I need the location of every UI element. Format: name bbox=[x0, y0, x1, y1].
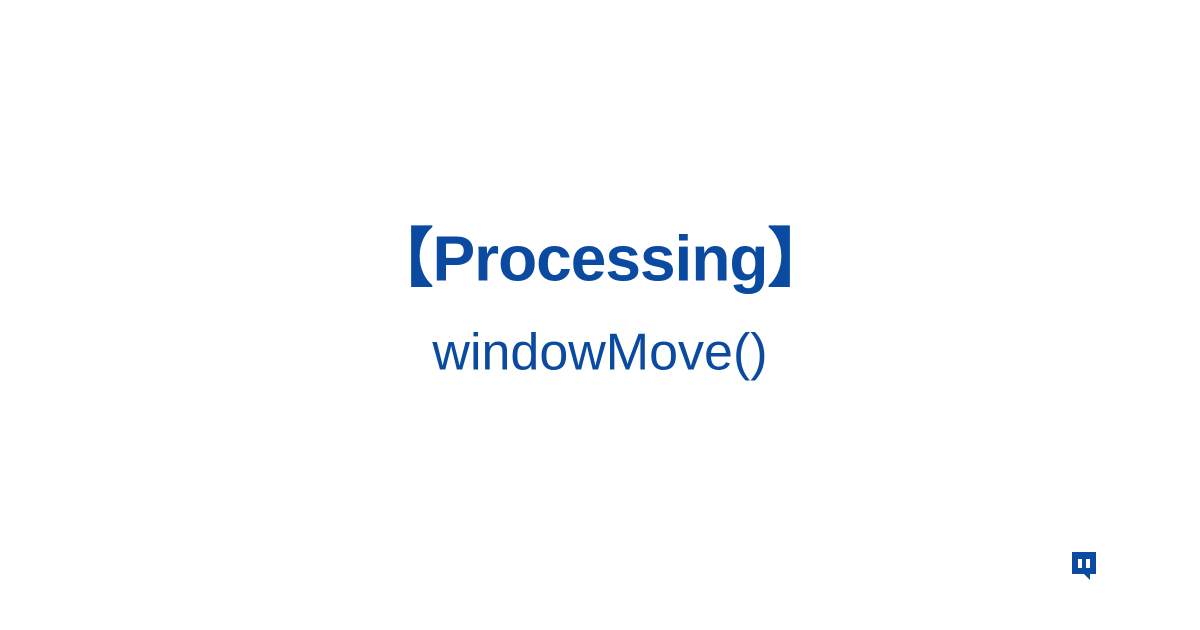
main-content: 【Processing】 windowMove() bbox=[0, 220, 1200, 383]
brand-logo-icon bbox=[1070, 552, 1098, 584]
page-subtitle: windowMove() bbox=[0, 321, 1200, 383]
page-title: 【Processing】 bbox=[0, 220, 1200, 297]
